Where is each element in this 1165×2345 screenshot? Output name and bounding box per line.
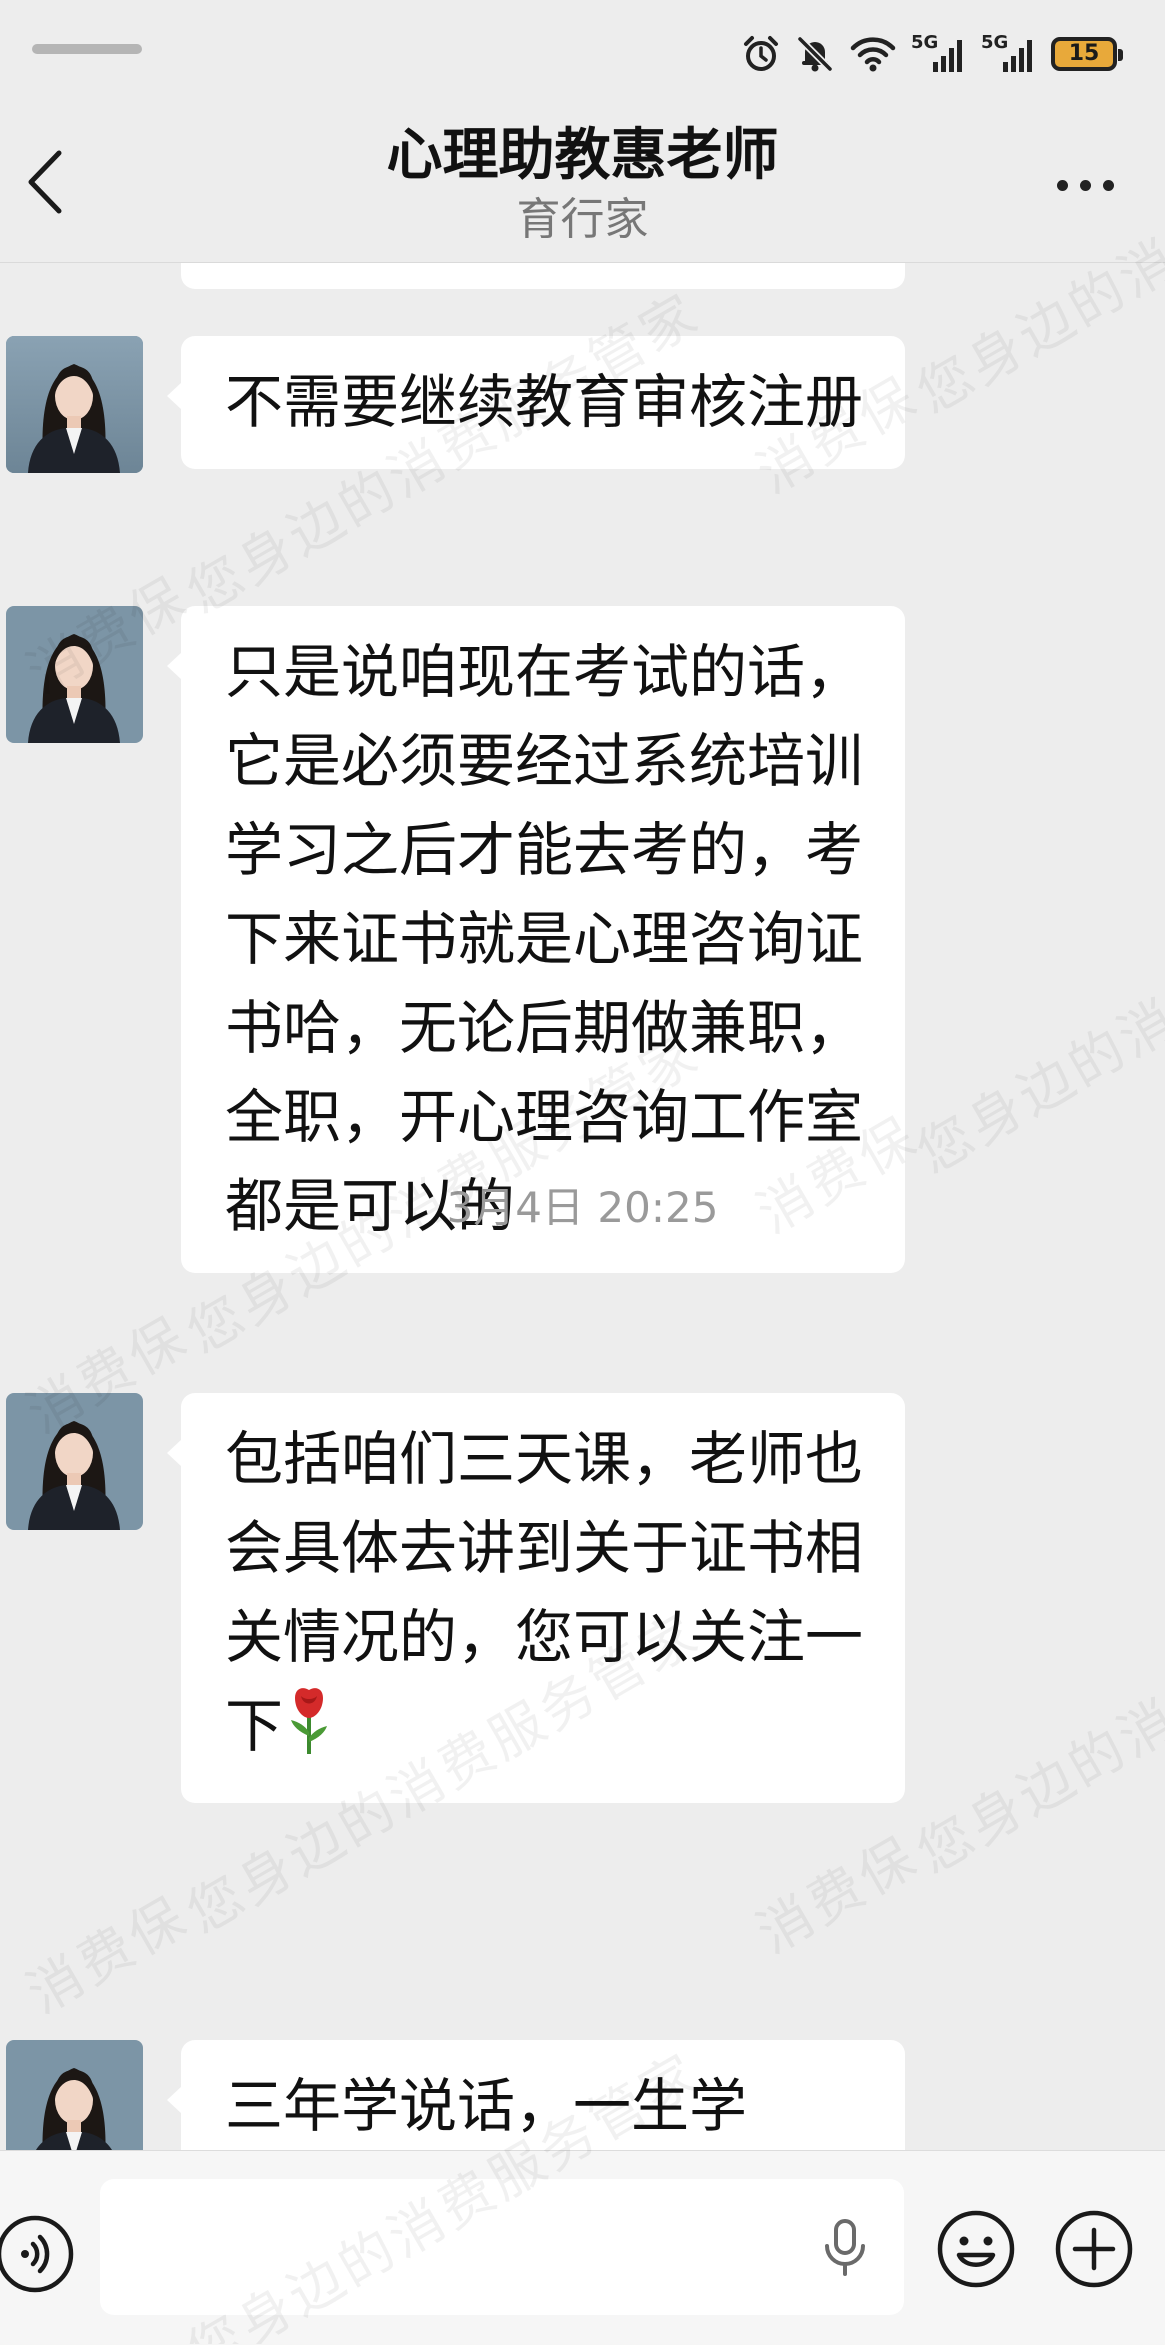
message-text: 不需要继续教育审核注册 — [225, 368, 864, 436]
wifi-icon — [849, 34, 897, 74]
status-bar: 5G 5G 15 — [0, 0, 1165, 110]
signal-icon: 5G — [911, 34, 967, 74]
more-icon-dot — [1079, 179, 1091, 191]
mute-icon — [795, 34, 835, 74]
voice-button[interactable] — [0, 2209, 80, 2299]
avatar[interactable] — [6, 1393, 143, 1530]
voice-icon — [0, 2215, 74, 2293]
avatar-image — [6, 2040, 143, 2150]
avatar[interactable] — [6, 2040, 143, 2150]
battery-icon: 15 — [1051, 37, 1123, 71]
status-handle — [32, 44, 142, 54]
more-icon-dot — [1102, 179, 1114, 191]
message-bubble[interactable]: 不需要继续教育审核注册 — [167, 336, 905, 469]
message-input[interactable] — [100, 2179, 904, 2315]
message-text: 三年学说话，一生学 — [225, 2072, 748, 2140]
mic-button[interactable] — [810, 2213, 880, 2283]
more-button[interactable] — [1045, 150, 1125, 220]
input-bar — [0, 2150, 1165, 2345]
message-text: 只是说咱现在考试的话，它是必须要经过系统培训学习之后才能去考的，考下来证书就是心… — [225, 638, 864, 1240]
avatar-image — [6, 336, 143, 473]
rose-icon — [287, 1686, 331, 1781]
emoji-icon — [937, 2210, 1015, 2288]
message-bubble[interactable]: 包括咱们三天课，老师也会具体去讲到关于证书相关情况的，您可以关注一下 — [167, 1393, 905, 1803]
avatar[interactable] — [6, 336, 143, 473]
plus-button[interactable] — [1052, 2207, 1136, 2291]
previous-message-bubble — [181, 263, 905, 289]
chat-subtitle: 育行家 — [516, 194, 649, 245]
message-bubble[interactable]: 只是说咱现在考试的话，它是必须要经过系统培训学习之后才能去考的，考下来证书就是心… — [167, 606, 905, 1273]
alarm-icon — [741, 34, 781, 74]
status-icons: 5G 5G 15 — [741, 30, 1123, 78]
chat-area[interactable]: 不需要继续教育审核注册 只是说咱现在考试的话，它是必须要经过系统培训学习之后才能… — [0, 263, 1165, 2150]
chat-header: 心理助教惠老师 育行家 — [0, 110, 1165, 263]
chat-title: 心理助教惠老师 — [386, 123, 779, 188]
avatar[interactable] — [6, 606, 143, 743]
more-icon — [1056, 179, 1068, 191]
battery-level: 15 — [1068, 41, 1100, 66]
plus-icon — [1055, 2210, 1133, 2288]
avatar-image — [6, 1393, 143, 1530]
signal-icon: 5G — [981, 34, 1037, 74]
mic-icon — [825, 2219, 865, 2276]
emoji-button[interactable] — [934, 2207, 1018, 2291]
avatar-image — [6, 606, 143, 743]
message-bubble[interactable]: 三年学说话，一生学 — [167, 2040, 905, 2150]
message-timestamp: 3月4日 20:25 — [446, 1183, 719, 1232]
